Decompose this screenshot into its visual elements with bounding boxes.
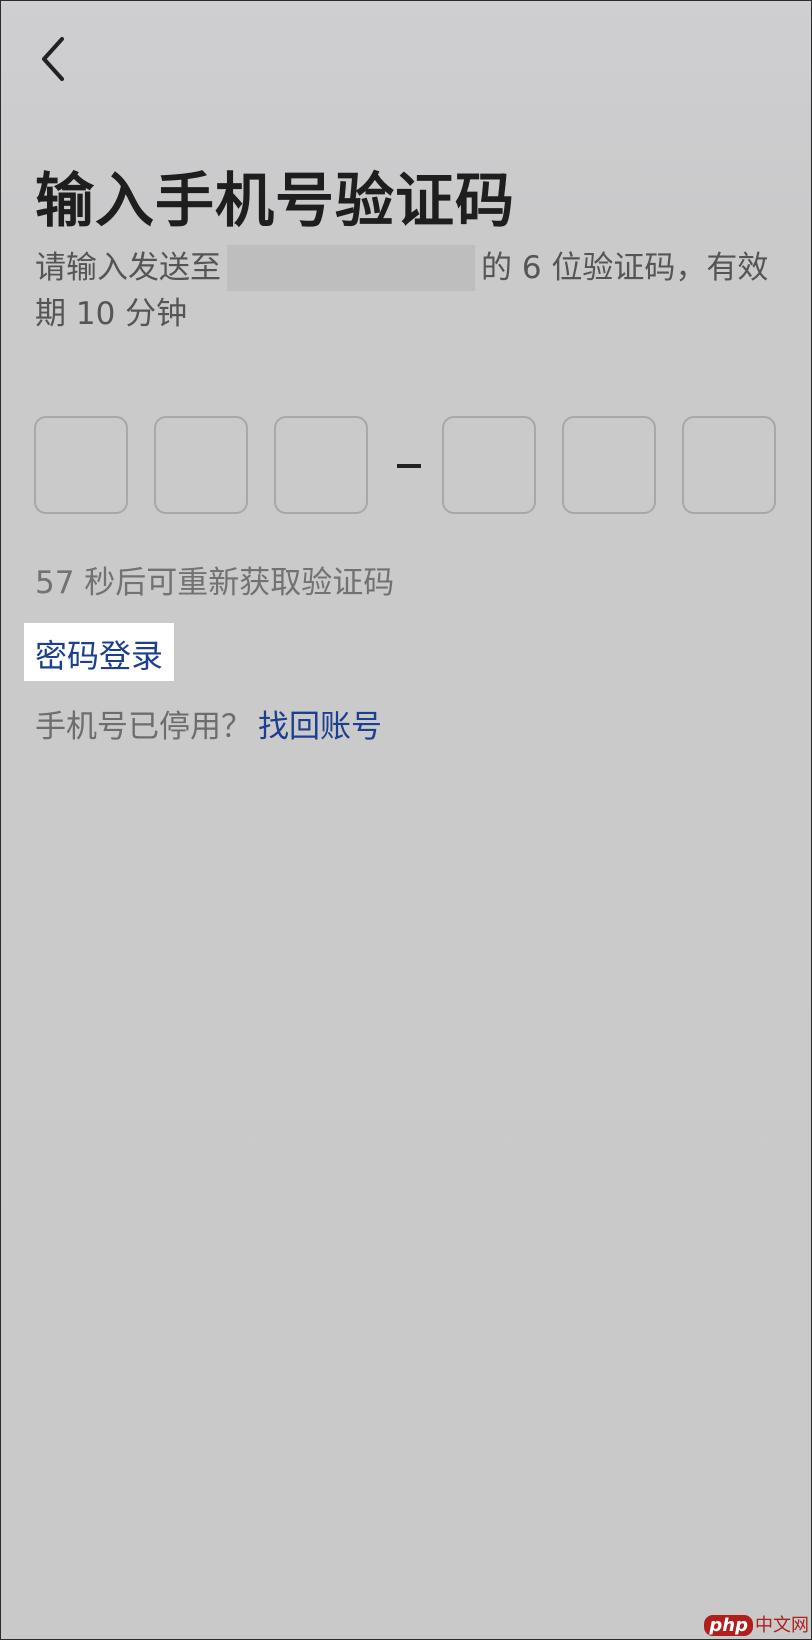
watermark-suffix: 中文网 [755, 1615, 809, 1636]
description-prefix: 请输入发送至 [35, 250, 221, 286]
code-digit-box-2[interactable] [154, 416, 248, 514]
verification-code-input [34, 416, 784, 518]
resend-countdown: 57 秒后可重新获取验证码 [35, 565, 395, 601]
recover-account-row: 手机号已停用？ 找回账号 [35, 701, 382, 746]
masked-phone-number [227, 245, 475, 291]
code-digit-box-1[interactable] [34, 416, 128, 514]
watermark-brand: php [704, 1615, 753, 1636]
code-separator [397, 464, 421, 468]
code-digit-box-5[interactable] [562, 416, 656, 514]
code-digit-box-6[interactable] [682, 416, 776, 514]
password-login-link[interactable]: 密码登录 [35, 631, 163, 677]
php-cn-watermark: php 中文网 [704, 1611, 809, 1637]
password-login-highlight: 密码登录 [24, 623, 174, 681]
recover-account-link[interactable]: 找回账号 [258, 709, 382, 745]
chevron-left-icon [31, 31, 81, 91]
back-button[interactable] [31, 31, 81, 91]
page-title: 输入手机号验证码 [35, 166, 516, 235]
login-screen: 输入手机号验证码 请输入发送至的 6 位验证码，有效期 10 分钟 57 秒后可… [0, 0, 812, 1640]
recover-account-text: 手机号已停用？ [35, 709, 252, 745]
code-digit-box-3[interactable] [274, 416, 368, 514]
sms-description: 请输入发送至的 6 位验证码，有效期 10 分钟 [35, 245, 785, 337]
code-digit-box-4[interactable] [442, 416, 536, 514]
